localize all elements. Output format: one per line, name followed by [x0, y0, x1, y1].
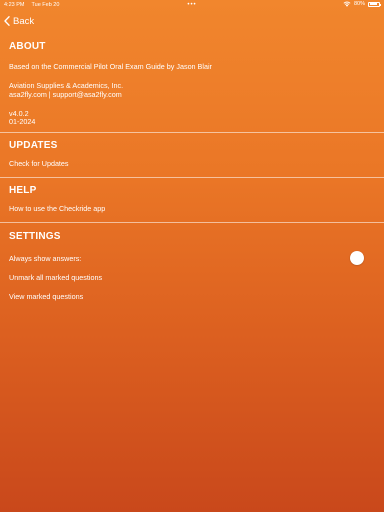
view-marked-link[interactable]: View marked questions — [9, 292, 83, 301]
always-show-answers-label: Always show answers: — [9, 254, 82, 263]
always-show-answers-toggle[interactable] — [350, 251, 364, 265]
about-based-on: Based on the Commercial Pilot Oral Exam … — [9, 62, 212, 71]
about-title: ABOUT — [9, 41, 46, 52]
divider — [0, 132, 384, 133]
about-release: 01-2024 — [9, 117, 36, 126]
multitasking-dots-icon[interactable]: ••• — [187, 2, 196, 8]
status-right: 80% — [343, 1, 381, 7]
battery-percent: 80% — [353, 1, 365, 7]
wifi-icon — [343, 1, 351, 7]
battery-fill — [369, 3, 377, 5]
how-to-use-link[interactable]: How to use the Checkride app — [9, 204, 105, 213]
status-date: Tue Feb 20 — [31, 2, 60, 8]
updates-title: UPDATES — [9, 140, 58, 151]
status-left: 4:23 PM Tue Feb 20 — [4, 2, 59, 8]
back-label: Back — [13, 15, 35, 27]
check-updates-link[interactable]: Check for Updates — [9, 159, 69, 168]
chevron-left-icon — [4, 16, 10, 26]
about-publisher: Aviation Supplies & Academics, Inc. — [9, 81, 124, 90]
battery-icon — [368, 1, 381, 7]
nav-bar: Back — [4, 12, 34, 30]
back-button[interactable]: Back — [4, 16, 34, 27]
status-time: 4:23 PM — [4, 2, 25, 8]
about-contact: asa2fly.com | support@asa2fly.com — [9, 90, 122, 99]
divider — [0, 177, 384, 178]
status-bar: 4:23 PM Tue Feb 20 ••• 80% — [0, 0, 384, 10]
divider — [0, 222, 384, 223]
help-title: HELP — [9, 185, 37, 196]
settings-title: SETTINGS — [9, 231, 61, 242]
unmark-all-link[interactable]: Unmark all marked questions — [9, 273, 102, 282]
